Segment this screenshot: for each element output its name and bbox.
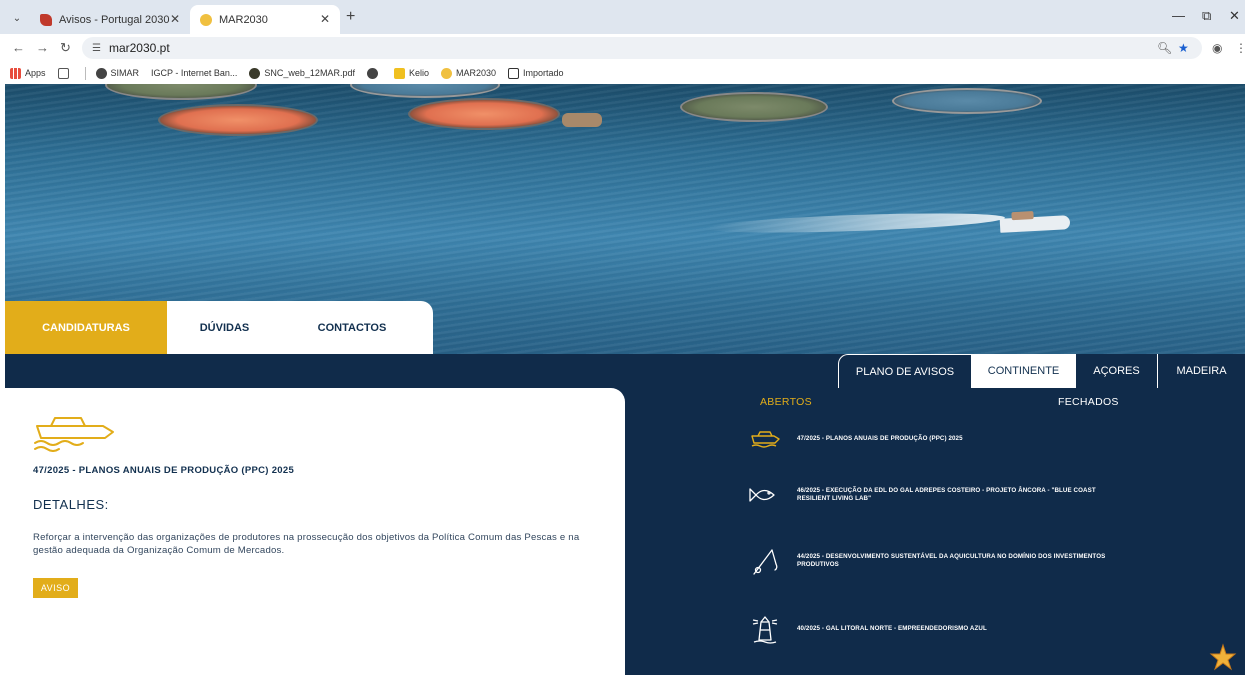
boat-icon <box>34 417 114 452</box>
notice-label: 47/2025 - PLANOS ANUAIS DE PRODUÇÃO (PPC… <box>797 435 963 442</box>
main-nav: CANDIDATURAS DÚVIDAS CONTACTOS <box>5 301 433 354</box>
globe-icon <box>366 67 378 79</box>
grid-icon <box>57 67 69 79</box>
bookmark-kelio[interactable]: Kelio <box>393 67 429 79</box>
folder-icon <box>508 67 519 79</box>
reload-icon[interactable]: ↻ <box>60 40 71 56</box>
portugal2030-favicon-icon <box>40 13 52 26</box>
bookmark-folder-importado[interactable]: Importado <box>508 67 564 79</box>
nav-candidaturas[interactable]: CANDIDATURAS <box>5 301 167 354</box>
site-info-icon[interactable]: ☰ <box>92 43 101 54</box>
notice-label: 40/2025 - GAL LITORAL NORTE - EMPREENDED… <box>797 625 987 632</box>
browser-tab-bar: ⌄ Avisos - Portugal 2030 ✕ MAR2030 ✕ + —… <box>0 0 1245 34</box>
address-bar-row: ← → ↻ ☰ mar2030.pt 🔍︎ ★ ◉ ⋮ <box>0 34 1245 62</box>
fish-pen-shape <box>350 84 500 98</box>
bookmark-star-icon[interactable]: ★ <box>1178 41 1189 55</box>
bookmark-igcp[interactable]: IGCP - Internet Ban... <box>151 68 237 78</box>
fish-pen-shape <box>105 84 257 100</box>
back-icon[interactable]: ← <box>12 40 25 55</box>
bookmark-label: Importado <box>523 68 564 78</box>
notice-label: 44/2025 - DESENVOLVIMENTO SUSTENTÁVEL DA… <box>797 553 1106 568</box>
bookmark-label: MAR2030 <box>455 68 496 78</box>
browser-tab-avisos[interactable]: Avisos - Portugal 2030 ✕ <box>30 5 190 34</box>
tab-title: MAR2030 <box>219 13 268 26</box>
boat-icon <box>751 431 780 448</box>
details-heading: DETALHES: <box>33 497 109 512</box>
speedboat-shape <box>999 215 1071 233</box>
profile-icon[interactable]: ◉ <box>1212 41 1222 55</box>
region-tabs: PLANO DE AVISOS CONTINENTE AÇORES MADEIR… <box>838 354 1245 388</box>
close-tab-icon[interactable]: ✕ <box>320 12 330 26</box>
zoom-icon[interactable]: 🔍︎ <box>1157 41 1172 55</box>
small-boat-shape <box>562 113 602 127</box>
notice-item[interactable]: 46/2025 - EXECUÇÃO DA EDL DO GAL ADREPES… <box>748 480 1108 510</box>
bookmark-label: Kelio <box>408 68 429 78</box>
close-tab-icon[interactable]: ✕ <box>170 12 180 26</box>
bookmark-separator <box>84 66 86 80</box>
bookmark-label: Apps <box>25 68 46 78</box>
menu-icon[interactable]: ⋮ <box>1235 41 1245 55</box>
notice-item[interactable]: 40/2025 - GAL LITORAL NORTE - EMPREENDED… <box>748 614 1108 644</box>
browser-tab-mar2030[interactable]: MAR2030 ✕ <box>190 5 340 34</box>
filter-fechados[interactable]: FECHADOS <box>1058 396 1119 408</box>
close-window-icon[interactable]: ✕ <box>1229 8 1240 24</box>
mar2030-favicon-icon <box>200 13 212 26</box>
aviso-button[interactable]: AVISO <box>33 578 78 598</box>
bookmark-apps[interactable]: Apps <box>10 67 46 79</box>
nav-duvidas[interactable]: DÚVIDAS <box>167 301 282 354</box>
fish-pen-shape <box>158 104 318 136</box>
nav-contactos[interactable]: CONTACTOS <box>282 301 422 354</box>
fish-icon <box>749 488 775 502</box>
notice-item[interactable]: 47/2025 - PLANOS ANUAIS DE PRODUÇÃO (PPC… <box>748 424 1108 454</box>
lighthouse-icon <box>752 616 778 644</box>
filter-abertos[interactable]: ABERTOS <box>760 396 812 408</box>
bookmarks-bar: Apps SIMAR IGCP - Internet Ban... SNC_we… <box>0 62 1245 84</box>
fish-pen-shape <box>892 88 1042 114</box>
tab-madeira[interactable]: MADEIRA <box>1157 354 1245 388</box>
bookmark-globe[interactable] <box>366 67 382 79</box>
bookmark-mar2030[interactable]: MAR2030 <box>440 67 496 79</box>
new-tab-icon[interactable]: + <box>346 8 355 26</box>
notice-item[interactable]: 44/2025 - DESENVOLVIMENTO SUSTENTÁVEL DA… <box>748 546 1108 576</box>
globe-icon <box>95 67 107 79</box>
pdf-icon <box>249 67 261 79</box>
notice-detail-card: 47/2025 - PLANOS ANUAIS DE PRODUÇÃO (PPC… <box>5 388 625 675</box>
bookmark-label: SNC_web_12MAR.pdf <box>264 68 355 78</box>
forward-icon[interactable]: → <box>36 40 49 55</box>
fish-pen-shape <box>408 98 560 130</box>
tab-title: Avisos - Portugal 2030 <box>59 13 170 26</box>
url-text: mar2030.pt <box>108 41 170 55</box>
fish-pen-shape <box>680 92 828 122</box>
bookmark-snc[interactable]: SNC_web_12MAR.pdf <box>249 67 355 79</box>
notice-title: 47/2025 - PLANOS ANUAIS DE PRODUÇÃO (PPC… <box>33 465 295 476</box>
tab-plano-de-avisos[interactable]: PLANO DE AVISOS <box>838 354 971 388</box>
minimize-icon[interactable]: — <box>1172 8 1185 23</box>
starfish-icon[interactable] <box>1209 643 1237 671</box>
url-field[interactable]: ☰ mar2030.pt <box>82 37 1202 59</box>
bookmark-simar[interactable]: SIMAR <box>95 67 140 79</box>
tab-search-icon[interactable]: ⌄ <box>8 9 26 27</box>
bookmark-label: SIMAR <box>110 68 140 78</box>
bookmark-label: IGCP - Internet Ban... <box>151 68 238 78</box>
notice-description: Reforçar a intervenção das organizações … <box>33 532 580 556</box>
fishing-rod-icon <box>753 549 778 575</box>
mar2030-favicon-icon <box>440 67 452 79</box>
bookmark-grid[interactable] <box>57 67 73 79</box>
kelio-icon <box>393 67 405 79</box>
tab-continente[interactable]: CONTINENTE <box>971 354 1075 388</box>
boat-wake-shape <box>704 209 1006 237</box>
notice-label: 46/2025 - EXECUÇÃO DA EDL DO GAL ADREPES… <box>797 487 1096 502</box>
tab-acores[interactable]: AÇORES <box>1075 354 1157 388</box>
restore-icon[interactable]: ⧉ <box>1202 8 1211 24</box>
apps-grid-icon <box>10 67 21 79</box>
